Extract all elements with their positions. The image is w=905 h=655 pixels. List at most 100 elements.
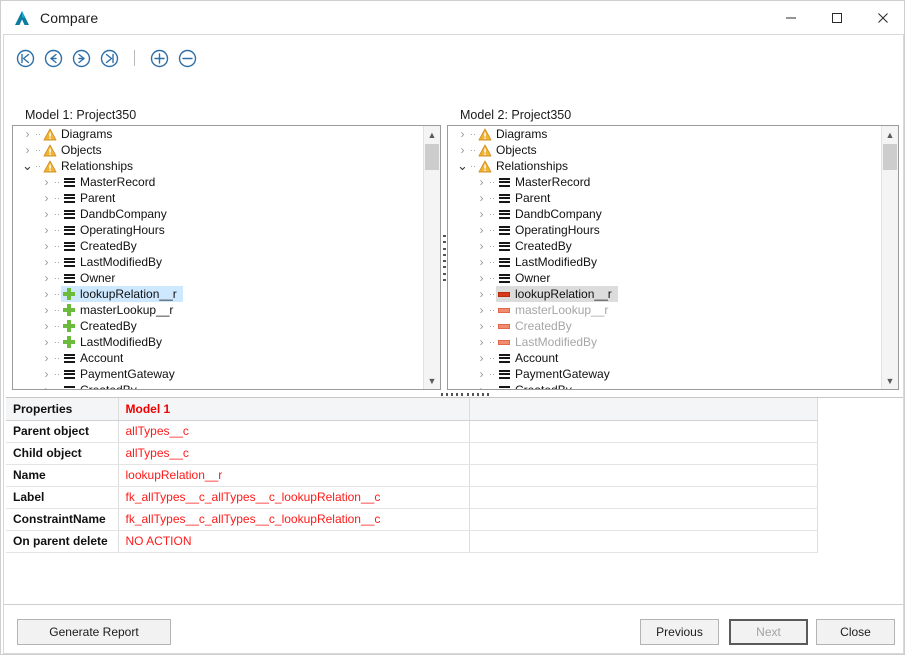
table-row[interactable]: Parent object allTypes__c (6, 420, 818, 443)
chevron-right-icon[interactable]: › (456, 127, 469, 141)
next-icon[interactable] (72, 49, 91, 68)
tree-item[interactable]: › ·· OperatingHours (13, 222, 423, 238)
chevron-right-icon[interactable]: › (475, 207, 488, 221)
last-icon[interactable] (100, 49, 119, 68)
tree-item[interactable]: › ·· masterLookup__r (13, 302, 423, 318)
scroll-up-icon[interactable]: ▲ (882, 126, 898, 143)
chevron-right-icon[interactable]: › (40, 303, 53, 317)
table-row[interactable]: On parent delete NO ACTION (6, 530, 818, 553)
tree-item[interactable]: › ·· Account (13, 350, 423, 366)
scroll-thumb[interactable] (425, 144, 439, 170)
model2-vertical-scrollbar[interactable]: ▲ ▼ (881, 126, 898, 389)
chevron-right-icon[interactable]: › (475, 351, 488, 365)
chevron-right-icon[interactable]: › (475, 367, 488, 381)
chevron-right-icon[interactable]: › (475, 223, 488, 237)
table-row[interactable]: Name lookupRelation__r (6, 464, 818, 487)
scroll-up-icon[interactable]: ▲ (424, 126, 440, 143)
tree-item[interactable]: › ·· Parent (13, 190, 423, 206)
chevron-right-icon[interactable]: › (40, 207, 53, 221)
tree-item[interactable]: › ·· MasterRecord (13, 174, 423, 190)
tree-item[interactable]: › ·· Diagrams (448, 126, 881, 142)
chevron-right-icon[interactable]: › (475, 175, 488, 189)
table-row[interactable]: ConstraintName fk_allTypes__c_allTypes__c… (6, 508, 818, 531)
table-row[interactable]: Child object allTypes__c (6, 442, 818, 465)
horizontal-splitter-handle[interactable] (441, 392, 489, 397)
tree-item[interactable]: › ·· MasterRecord (448, 174, 881, 190)
chevron-right-icon[interactable]: › (40, 255, 53, 269)
table-row[interactable]: Label fk_allTypes__c_allTypes__c_lookupRe… (6, 486, 818, 509)
scroll-down-icon[interactable]: ▼ (882, 372, 898, 389)
chevron-right-icon[interactable]: › (40, 367, 53, 381)
tree-item-label: CreatedBy (80, 239, 137, 253)
chevron-right-icon[interactable]: › (475, 335, 488, 349)
tree-item[interactable]: › ·· Objects (13, 142, 423, 158)
chevron-right-icon[interactable]: › (475, 239, 488, 253)
tree-item[interactable]: › ·· LastModifiedBy (448, 334, 881, 350)
tree-item[interactable]: › ·· Parent (448, 190, 881, 206)
tree-item[interactable]: ›·· CreatedBy (448, 382, 881, 389)
scroll-thumb[interactable] (883, 144, 897, 170)
chevron-right-icon[interactable]: › (21, 143, 34, 157)
tree-item[interactable]: › ·· LastModifiedBy (13, 334, 423, 350)
chevron-right-icon[interactable]: › (40, 351, 53, 365)
collapse-all-icon[interactable] (178, 49, 197, 68)
tree-item[interactable]: ›·· CreatedBy (448, 318, 881, 334)
previous-icon[interactable] (44, 49, 63, 68)
tree-item[interactable]: › ·· Account (448, 350, 881, 366)
tree-item[interactable]: › ·· DandbCompany (13, 206, 423, 222)
chevron-right-icon[interactable]: › (475, 303, 488, 317)
minimize-button[interactable] (768, 1, 814, 34)
chevron-right-icon[interactable]: › (475, 255, 488, 269)
relationship-icon (61, 383, 77, 389)
chevron-right-icon[interactable]: › (21, 127, 34, 141)
tree-item[interactable]: › ·· lookupRelation__r (448, 286, 881, 302)
chevron-right-icon[interactable]: › (475, 319, 488, 333)
tree-item[interactable]: ›·· CreatedBy (448, 238, 881, 254)
chevron-right-icon[interactable]: › (40, 175, 53, 189)
chevron-right-icon[interactable]: › (475, 383, 488, 389)
chevron-right-icon[interactable]: › (475, 191, 488, 205)
chevron-right-icon[interactable]: › (40, 191, 53, 205)
chevron-down-icon[interactable]: ⌄ (21, 159, 34, 172)
chevron-right-icon[interactable]: › (475, 271, 488, 285)
generate-report-button[interactable]: Generate Report (17, 619, 171, 645)
model2-tree-panel[interactable]: › ·· Diagrams › ·· Objects ⌄ ·· Relationships › ··… (447, 125, 899, 390)
vertical-splitter-handle[interactable] (441, 235, 447, 281)
chevron-right-icon[interactable]: › (40, 319, 53, 333)
tree-item[interactable]: ⌄ ·· Relationships (13, 158, 423, 174)
chevron-right-icon[interactable]: › (40, 239, 53, 253)
chevron-right-icon[interactable]: › (40, 287, 53, 301)
expand-all-icon[interactable] (150, 49, 169, 68)
maximize-button[interactable] (814, 1, 860, 34)
tree-item[interactable]: › ·· Objects (448, 142, 881, 158)
tree-item[interactable]: › ·· Owner (448, 270, 881, 286)
tree-item[interactable]: › ·· LastModifiedBy (448, 254, 881, 270)
tree-item[interactable]: ›·· CreatedBy (13, 318, 423, 334)
previous-button[interactable]: Previous (640, 619, 719, 645)
tree-item[interactable]: › ·· LastModifiedBy (13, 254, 423, 270)
model1-tree-panel[interactable]: › ·· Diagrams › ·· Objects ⌄ ·· Relationships › ··… (12, 125, 441, 390)
tree-item[interactable]: ›·· CreatedBy (13, 238, 423, 254)
chevron-right-icon[interactable]: › (40, 271, 53, 285)
chevron-right-icon[interactable]: › (40, 335, 53, 349)
chevron-right-icon[interactable]: › (40, 223, 53, 237)
close-button[interactable] (860, 1, 904, 34)
chevron-right-icon[interactable]: › (456, 143, 469, 157)
model1-vertical-scrollbar[interactable]: ▲ ▼ (423, 126, 440, 389)
tree-item[interactable]: › ·· PaymentGateway (448, 366, 881, 382)
tree-item[interactable]: › ·· DandbCompany (448, 206, 881, 222)
first-icon[interactable] (16, 49, 35, 68)
tree-item[interactable]: › ·· Owner (13, 270, 423, 286)
tree-item[interactable]: › ·· masterLookup__r (448, 302, 881, 318)
chevron-down-icon[interactable]: ⌄ (456, 159, 469, 172)
tree-item[interactable]: › ·· lookupRelation__r (13, 286, 423, 302)
tree-item[interactable]: › ·· PaymentGateway (13, 366, 423, 382)
tree-item[interactable]: › ·· OperatingHours (448, 222, 881, 238)
scroll-down-icon[interactable]: ▼ (424, 372, 440, 389)
close-dialog-button[interactable]: Close (816, 619, 895, 645)
tree-item[interactable]: › ·· Diagrams (13, 126, 423, 142)
tree-item[interactable]: ›·· CreatedBy (13, 382, 423, 389)
chevron-right-icon[interactable]: › (40, 383, 53, 389)
chevron-right-icon[interactable]: › (475, 287, 488, 301)
tree-item[interactable]: ⌄ ·· Relationships (448, 158, 881, 174)
